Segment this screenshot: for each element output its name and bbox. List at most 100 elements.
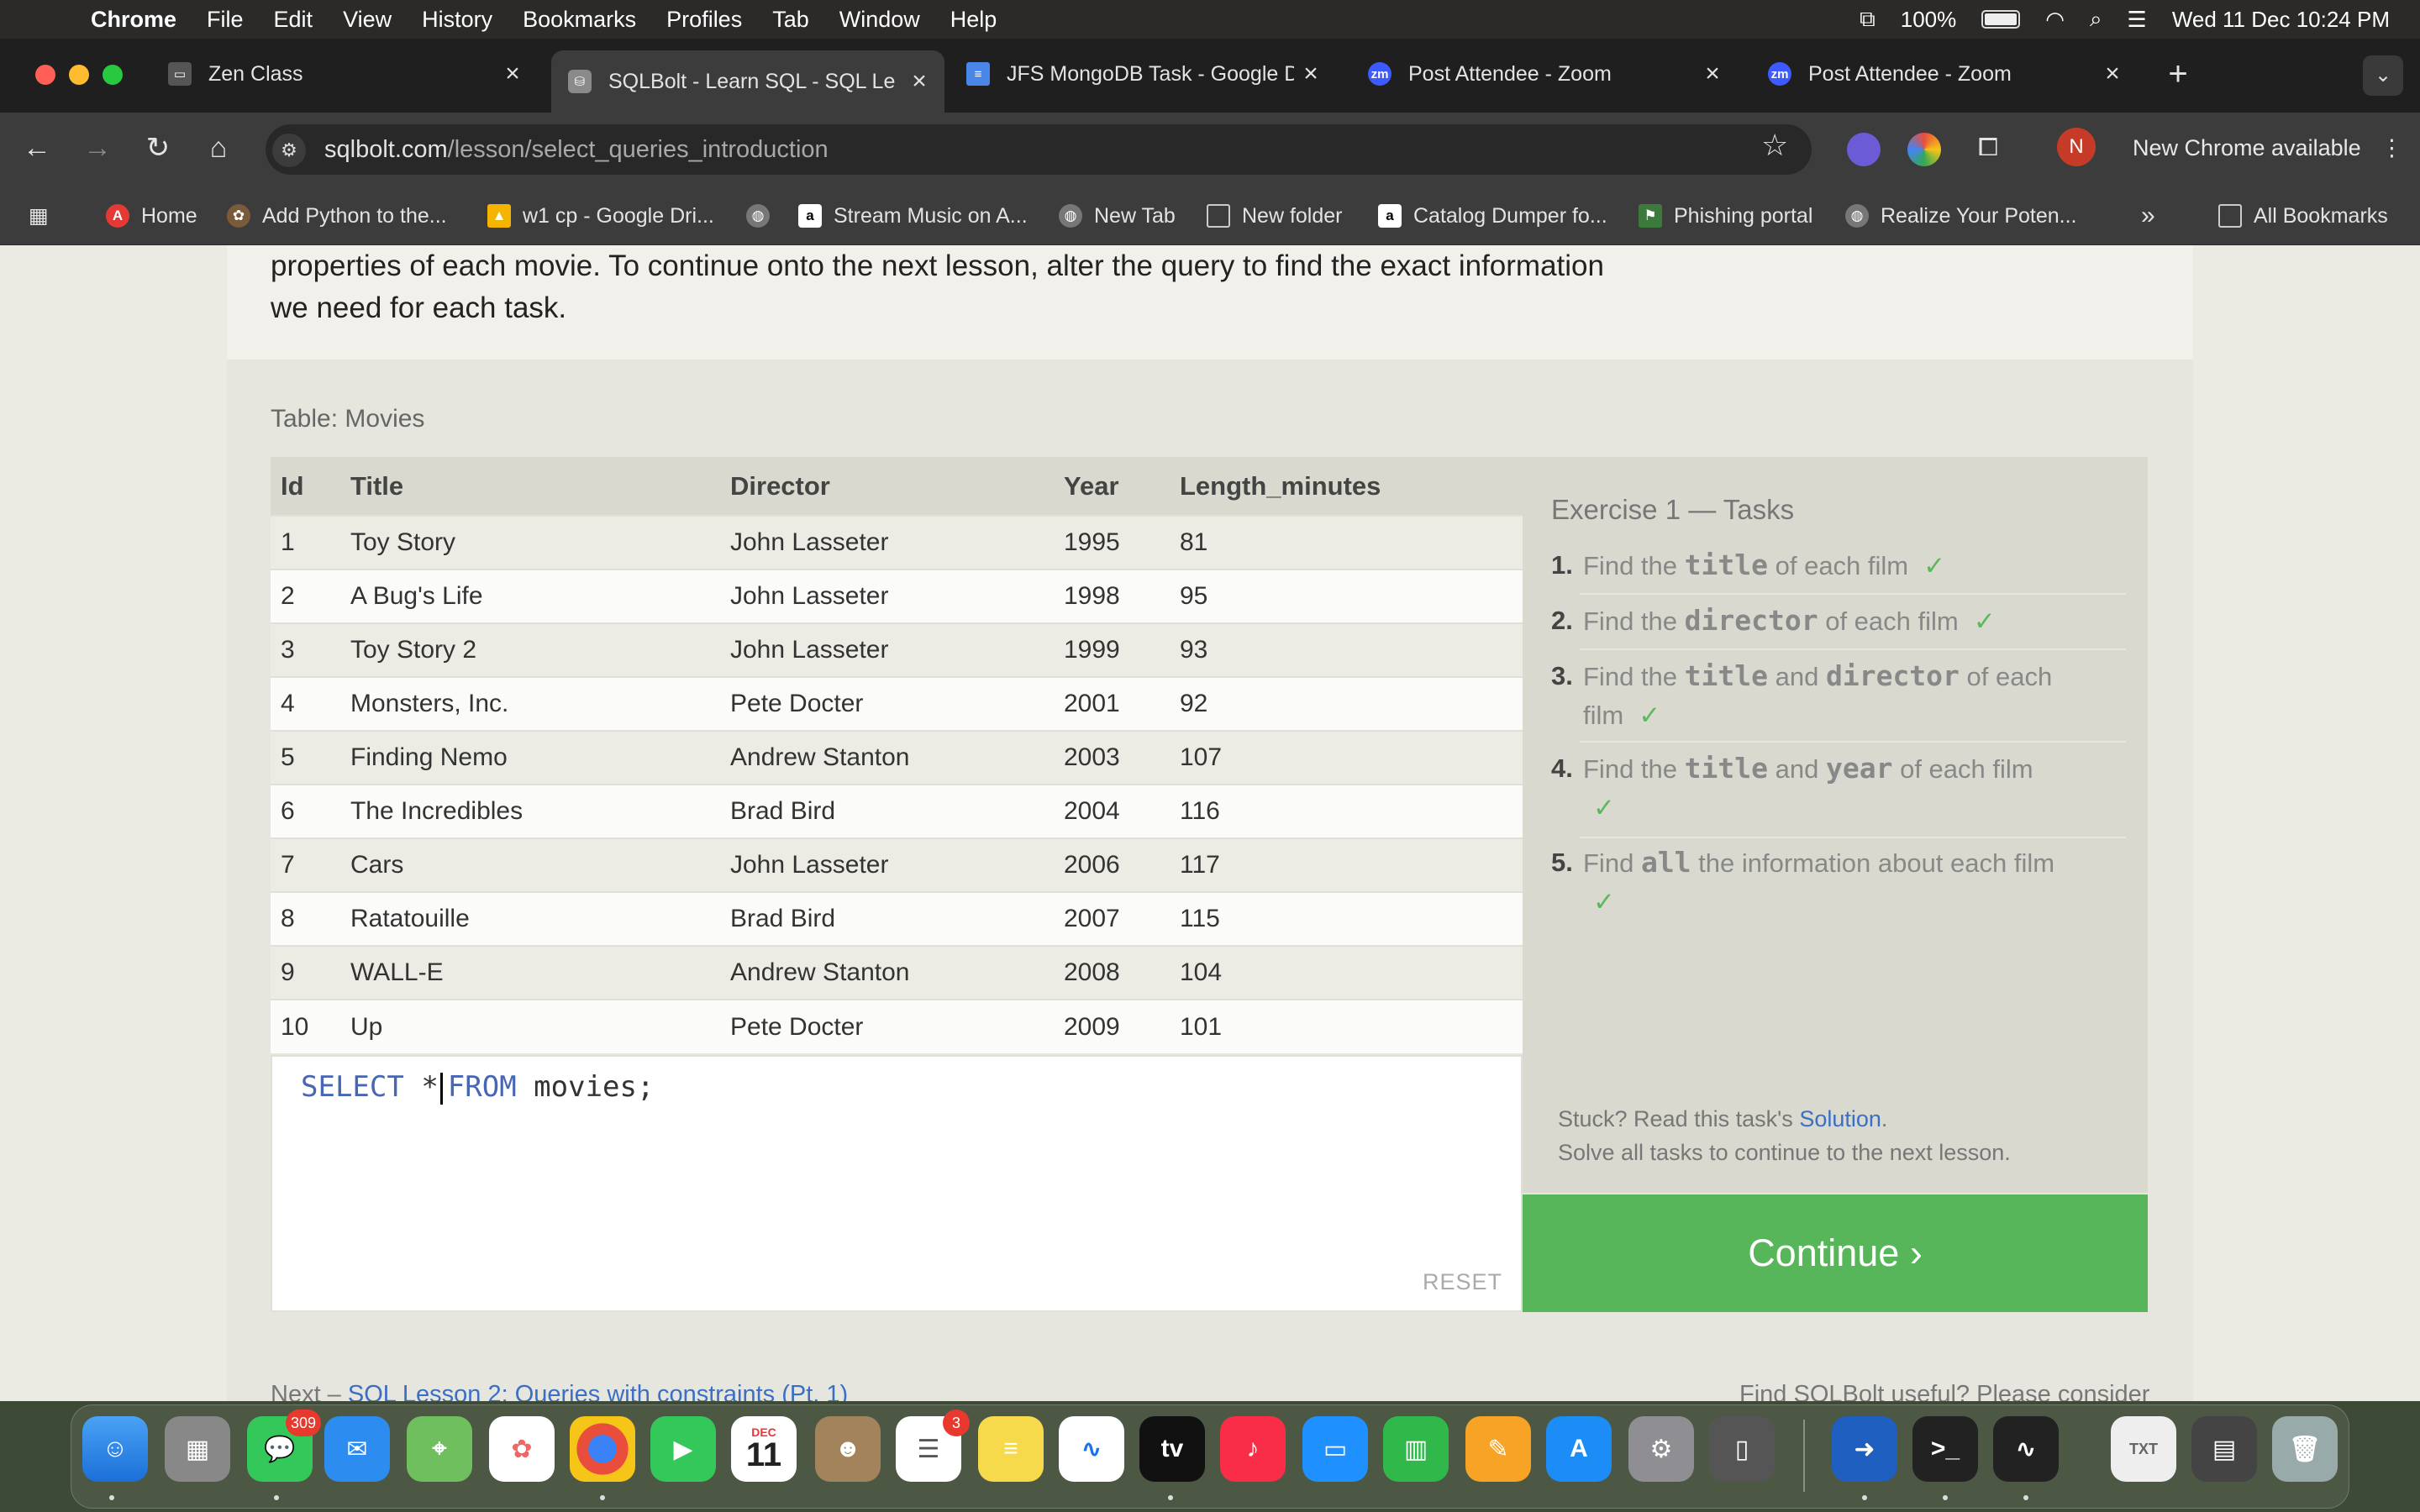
tab-zoom-2[interactable]: zm Post Attendee - Zoom ×	[1751, 52, 2138, 96]
menu-app-name[interactable]: Chrome	[91, 0, 192, 39]
sql-query-editor[interactable]: SELECT * FROM movies; RESET	[271, 1055, 1523, 1312]
finder-icon[interactable]: ☺	[82, 1416, 148, 1482]
bookmark-new-tab[interactable]: ◍ New Tab	[1059, 195, 1176, 237]
zoom-window-icon[interactable]	[103, 65, 123, 85]
clock[interactable]: Wed 11 Dec 10:24 PM	[2172, 7, 2390, 33]
launchpad-icon[interactable]: ▦	[165, 1416, 230, 1482]
bookmark-new-folder[interactable]: New folder	[1207, 195, 1343, 237]
query-text[interactable]: SELECT * FROM movies;	[301, 1070, 654, 1105]
task-number: 2.	[1551, 606, 1573, 635]
pages-icon[interactable]: ✎	[1465, 1416, 1531, 1482]
site-info-icon[interactable]: ⚙	[272, 134, 306, 167]
next-lesson-line: Next – SQL Lesson 2: Queries with constr…	[271, 1381, 848, 1401]
text-document-icon[interactable]: TXT	[2111, 1416, 2176, 1482]
menu-profiles[interactable]: Profiles	[651, 0, 757, 39]
bookmark-add-python[interactable]: ✿ Add Python to the...	[227, 195, 447, 237]
terminal-icon[interactable]: >_	[1912, 1416, 1978, 1482]
menu-history[interactable]: History	[407, 0, 508, 39]
tab-zen-class[interactable]: ▭ Zen Class ×	[151, 52, 538, 96]
wifi-icon[interactable]: ◠	[2045, 7, 2065, 33]
more-menu-icon[interactable]: ⋮	[2381, 124, 2403, 171]
activity-monitor-icon[interactable]: ∿	[1993, 1416, 2059, 1482]
back-icon[interactable]: ←	[17, 128, 57, 168]
extensions-puzzle-icon[interactable]: ⧠	[1968, 128, 2008, 168]
color-picker-extension-icon[interactable]	[1907, 133, 1941, 166]
new-chrome-available-button[interactable]: New Chrome available ⋮	[2109, 124, 2412, 171]
bookmarks-overflow-button[interactable]: »	[2141, 195, 2155, 237]
bookmark-star-icon[interactable]: ☆	[1761, 128, 1788, 163]
close-tab-icon[interactable]: ×	[902, 67, 936, 96]
bookmark-stream-music[interactable]: a Stream Music on A...	[798, 195, 1028, 237]
bookmark-home[interactable]: A Home	[106, 195, 197, 237]
messages-icon[interactable]: 💬 309	[247, 1410, 321, 1482]
maps-icon[interactable]: ⌖	[407, 1416, 472, 1482]
menu-file[interactable]: File	[192, 0, 259, 39]
home-icon[interactable]: ⌂	[198, 128, 239, 168]
screen-share-icon[interactable]: ⧉	[1860, 6, 1876, 33]
numbers-icon[interactable]: ▥	[1383, 1416, 1449, 1482]
bookmark-realize-potential[interactable]: ◍ Realize Your Poten...	[1845, 195, 2077, 237]
apps-grid-icon[interactable]: ▦	[29, 195, 49, 237]
menu-view[interactable]: View	[328, 0, 407, 39]
bookmark-label: w1 cp - Google Dri...	[523, 204, 714, 228]
trash-icon[interactable]: 🗑	[2272, 1416, 2338, 1482]
close-window-icon[interactable]	[35, 65, 55, 85]
contacts-icon[interactable]: ☻	[815, 1416, 881, 1482]
menu-tab[interactable]: Tab	[757, 0, 824, 39]
migration-assistant-icon[interactable]: ➜	[1832, 1416, 1897, 1482]
address-bar[interactable]: sqlbolt.com/lesson/select_queries_introd…	[266, 124, 1812, 175]
music-icon[interactable]: ♪	[1220, 1416, 1286, 1482]
freeform-icon[interactable]: ∿	[1059, 1416, 1124, 1482]
app-store-icon[interactable]: A	[1546, 1416, 1612, 1482]
table-cell: 1999	[1054, 622, 1170, 677]
iphone-mirroring-icon[interactable]: ▯	[1709, 1416, 1775, 1482]
screenshot-icon[interactable]: ▤	[2191, 1416, 2257, 1482]
solution-link[interactable]: Solution	[1799, 1106, 1881, 1131]
next-lesson-link[interactable]: SQL Lesson 2: Queries with constraints (…	[348, 1381, 848, 1401]
continue-button[interactable]: Continue ›	[1523, 1194, 2148, 1312]
task-text: Find the director of each film ✓	[1583, 601, 2129, 641]
all-bookmarks-button[interactable]: All Bookmarks	[2218, 195, 2388, 237]
bookmark-w1-cp[interactable]: ▲ w1 cp - Google Dri...	[487, 195, 714, 237]
keynote-icon[interactable]: ▭	[1302, 1416, 1368, 1482]
dock-separator	[1803, 1420, 1805, 1492]
facetime-icon[interactable]: ▶	[650, 1416, 716, 1482]
menu-help[interactable]: Help	[935, 0, 1013, 39]
reload-icon[interactable]: ↻	[138, 128, 178, 168]
profile-avatar[interactable]: N	[2057, 128, 2096, 166]
tab-sqlbolt[interactable]: ⛁ SQLBolt - Learn SQL - SQL Le ×	[551, 50, 944, 113]
battery-icon[interactable]	[1981, 10, 2021, 29]
photos-icon[interactable]: ✿	[489, 1416, 555, 1482]
chrome-icon[interactable]	[570, 1416, 635, 1482]
control-center-icon[interactable]: ☰	[2128, 7, 2147, 33]
close-tab-icon[interactable]: ×	[496, 60, 529, 88]
notes-icon[interactable]: ≡	[978, 1416, 1044, 1482]
system-settings-icon[interactable]: ⚙	[1628, 1416, 1694, 1482]
close-tab-icon[interactable]: ×	[1294, 60, 1328, 88]
reminders-icon[interactable]: ☰ 3	[896, 1410, 970, 1482]
tab-jfs-mongodb[interactable]: ≡ JFS MongoDB Task - Google D ×	[950, 52, 1336, 96]
minimize-window-icon[interactable]	[69, 65, 89, 85]
bookmark-globe[interactable]: ◍	[746, 195, 781, 237]
bookmark-catalog-dumper[interactable]: a Catalog Dumper fo...	[1378, 195, 1607, 237]
table-cell: 2003	[1054, 730, 1170, 785]
spotlight-search-icon[interactable]: ⌕	[2090, 6, 2102, 33]
mail-icon[interactable]: ✉	[324, 1416, 390, 1482]
task-3: 3. Find the title and director of each f…	[1551, 657, 2131, 738]
table-cell: Brad Bird	[720, 891, 1054, 946]
tab-zoom-1[interactable]: zm Post Attendee - Zoom ×	[1351, 52, 1738, 96]
reset-button[interactable]: RESET	[1423, 1269, 1502, 1295]
tab-search-icon[interactable]: ⌄	[2363, 55, 2403, 96]
forward-icon[interactable]: →	[77, 128, 118, 168]
calendar-icon[interactable]: DEC 11	[731, 1416, 797, 1482]
menu-edit[interactable]: Edit	[259, 0, 329, 39]
bookmark-phishing-portal[interactable]: ⚑ Phishing portal	[1639, 195, 1812, 237]
extension-icon[interactable]	[1847, 133, 1881, 166]
sql-star: *	[421, 1070, 439, 1104]
new-tab-icon[interactable]: +	[2160, 55, 2196, 92]
close-tab-icon[interactable]: ×	[1696, 60, 1729, 88]
apple-tv-icon[interactable]: tv	[1139, 1416, 1205, 1482]
close-tab-icon[interactable]: ×	[2096, 60, 2129, 88]
menu-bookmarks[interactable]: Bookmarks	[508, 0, 651, 39]
menu-window[interactable]: Window	[824, 0, 935, 39]
